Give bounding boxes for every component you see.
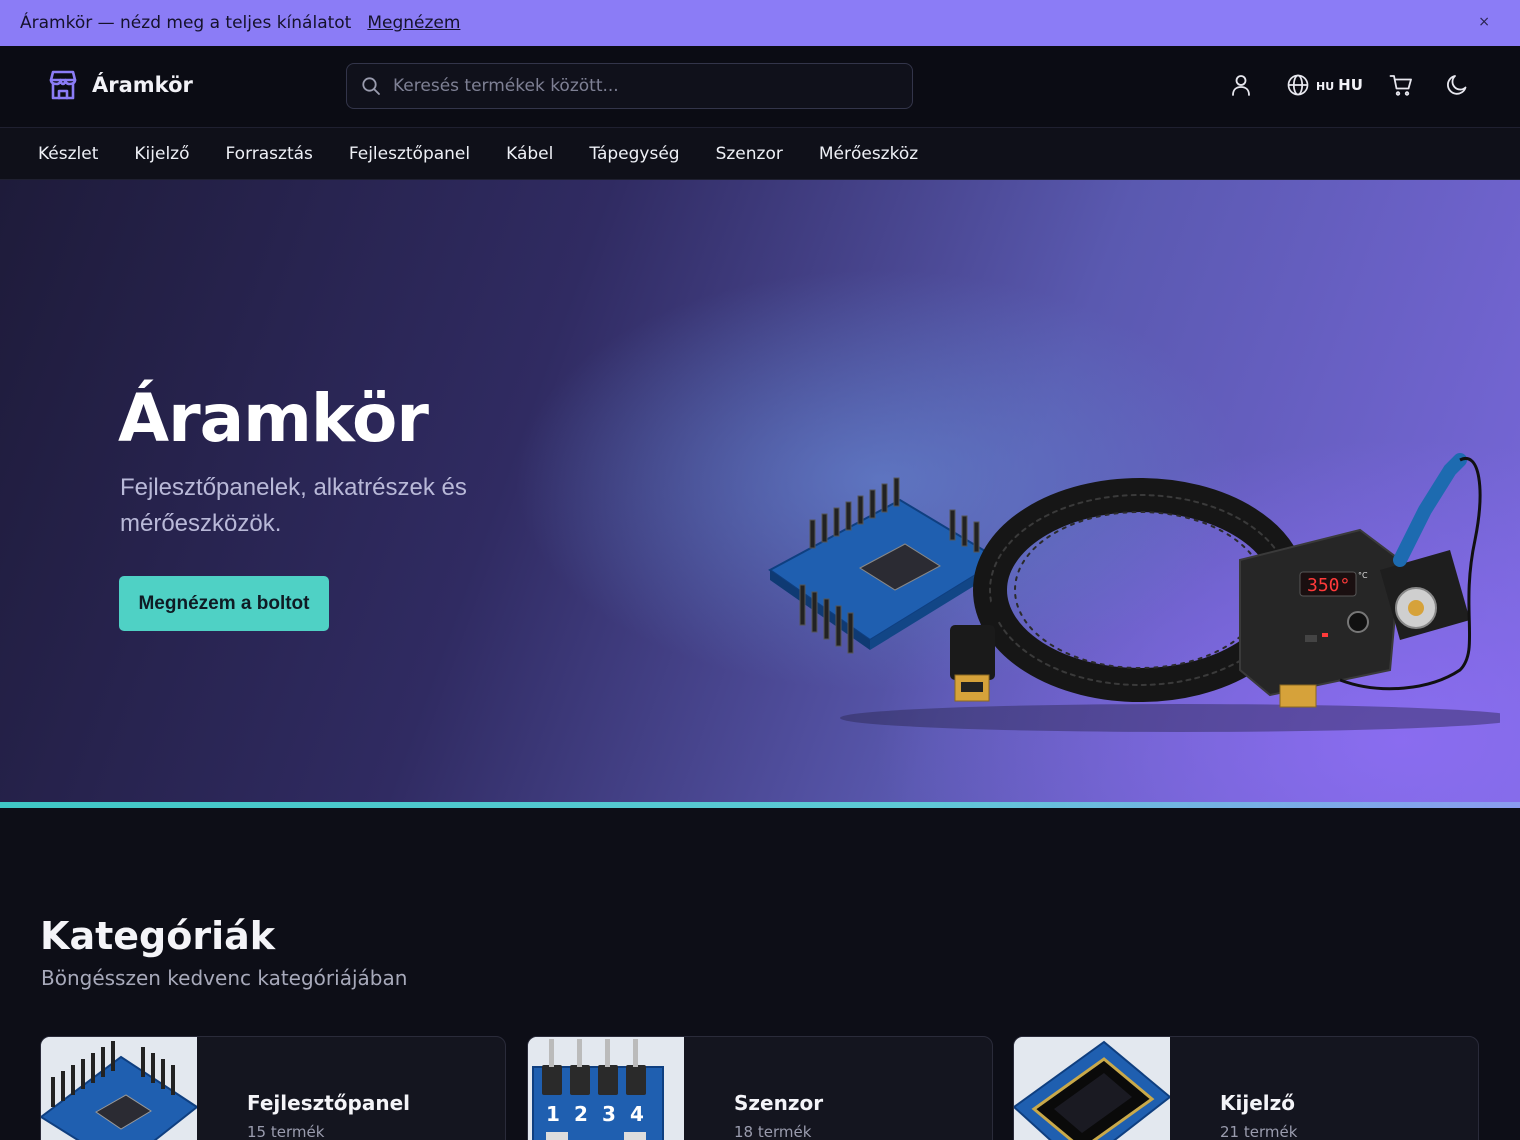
language-label: HU HU xyxy=(1316,76,1363,94)
announcement-text: Áramkör — nézd meg a teljes kínálatot xyxy=(20,13,352,33)
nav-item-keszlet[interactable]: Készlet xyxy=(20,144,116,164)
hero-subtitle: Fejlesztőpanelek, alkatrészek és mérőesz… xyxy=(120,474,467,537)
user-icon xyxy=(1232,75,1250,96)
soldering-station-illustration: 350° °C xyxy=(1239,453,1482,708)
categories-title: Kategóriák xyxy=(40,914,276,958)
hero-accent-line xyxy=(0,802,1520,808)
sensor-pin-4: 4 xyxy=(630,1102,644,1126)
account-button[interactable] xyxy=(1229,73,1253,97)
moon-icon xyxy=(1447,75,1467,95)
nav-item-tapegyseg[interactable]: Tápegység xyxy=(571,144,697,164)
brand-name: Áramkör xyxy=(92,73,193,97)
store-icon xyxy=(49,70,77,100)
theme-toggle[interactable] xyxy=(1445,73,1469,97)
announcement-bar: Áramkör — nézd meg a teljes kínálatot Me… xyxy=(0,0,1520,46)
cart-button[interactable] xyxy=(1389,73,1413,97)
search-box xyxy=(346,63,913,109)
shop-cta-button[interactable]: Megnézem a boltot xyxy=(119,576,329,631)
cart-icon xyxy=(1389,75,1412,96)
category-name: Szenzor xyxy=(734,1091,824,1115)
site-header: Áramkör HU HU xyxy=(0,46,1520,128)
announcement-link[interactable]: Megnézem xyxy=(367,13,460,33)
sensor-pin-3: 3 xyxy=(602,1102,616,1126)
language-code-small: HU xyxy=(1316,80,1335,93)
dev-board-image xyxy=(41,1037,197,1140)
language-selector[interactable]: HU HU xyxy=(1286,73,1363,97)
language-code: HU xyxy=(1338,76,1363,94)
close-icon[interactable]: × xyxy=(1478,14,1490,30)
category-name: Fejlesztőpanel xyxy=(247,1091,411,1115)
globe-icon xyxy=(1287,74,1309,96)
category-card-fejlesztopanel[interactable]: Fejlesztőpanel 15 termék xyxy=(40,1036,506,1140)
search-icon xyxy=(362,77,380,95)
nav-item-szenzor[interactable]: Szenzor xyxy=(698,144,801,164)
station-unit: °C xyxy=(1358,571,1368,580)
nav-item-meroeszkoz[interactable]: Mérőeszköz xyxy=(801,144,936,164)
nav-item-kabel[interactable]: Kábel xyxy=(488,144,571,164)
category-card-szenzor[interactable]: 1 2 3 4 Szenzor 18 termék xyxy=(527,1036,993,1140)
hero-product-image: 350° °C xyxy=(768,453,1500,732)
hdmi-plug-illustration xyxy=(950,625,995,702)
category-nav: Készlet Kijelző Forrasztás Fejlesztőpane… xyxy=(0,128,1520,180)
categories-subtitle: Böngésszen kedvenc kategóriájában xyxy=(41,966,408,990)
brand-logo[interactable]: Áramkör xyxy=(46,68,193,102)
category-card-kijelzo[interactable]: Kijelző 21 termék xyxy=(1013,1036,1479,1140)
sensor-pin-2: 2 xyxy=(574,1102,588,1126)
nav-item-forrasztas[interactable]: Forrasztás xyxy=(208,144,331,164)
search-input[interactable] xyxy=(393,76,893,96)
category-name: Kijelző xyxy=(1220,1091,1296,1115)
nav-item-kijelzo[interactable]: Kijelző xyxy=(116,144,207,164)
nav-item-fejlesztopanel[interactable]: Fejlesztőpanel xyxy=(331,144,488,164)
category-count: 18 termék xyxy=(734,1123,812,1140)
sensor-pin-1: 1 xyxy=(546,1102,560,1126)
sensor-module-image: 1 2 3 4 xyxy=(528,1037,684,1140)
station-display: 350° xyxy=(1307,575,1350,596)
hero-banner: Áramkör Fejlesztőpanelek, alkatrészek és… xyxy=(0,180,1520,808)
category-count: 21 termék xyxy=(1220,1123,1298,1140)
hero-title: Áramkör xyxy=(118,380,429,457)
display-module-image xyxy=(1014,1037,1170,1140)
category-count: 15 termék xyxy=(247,1123,325,1140)
